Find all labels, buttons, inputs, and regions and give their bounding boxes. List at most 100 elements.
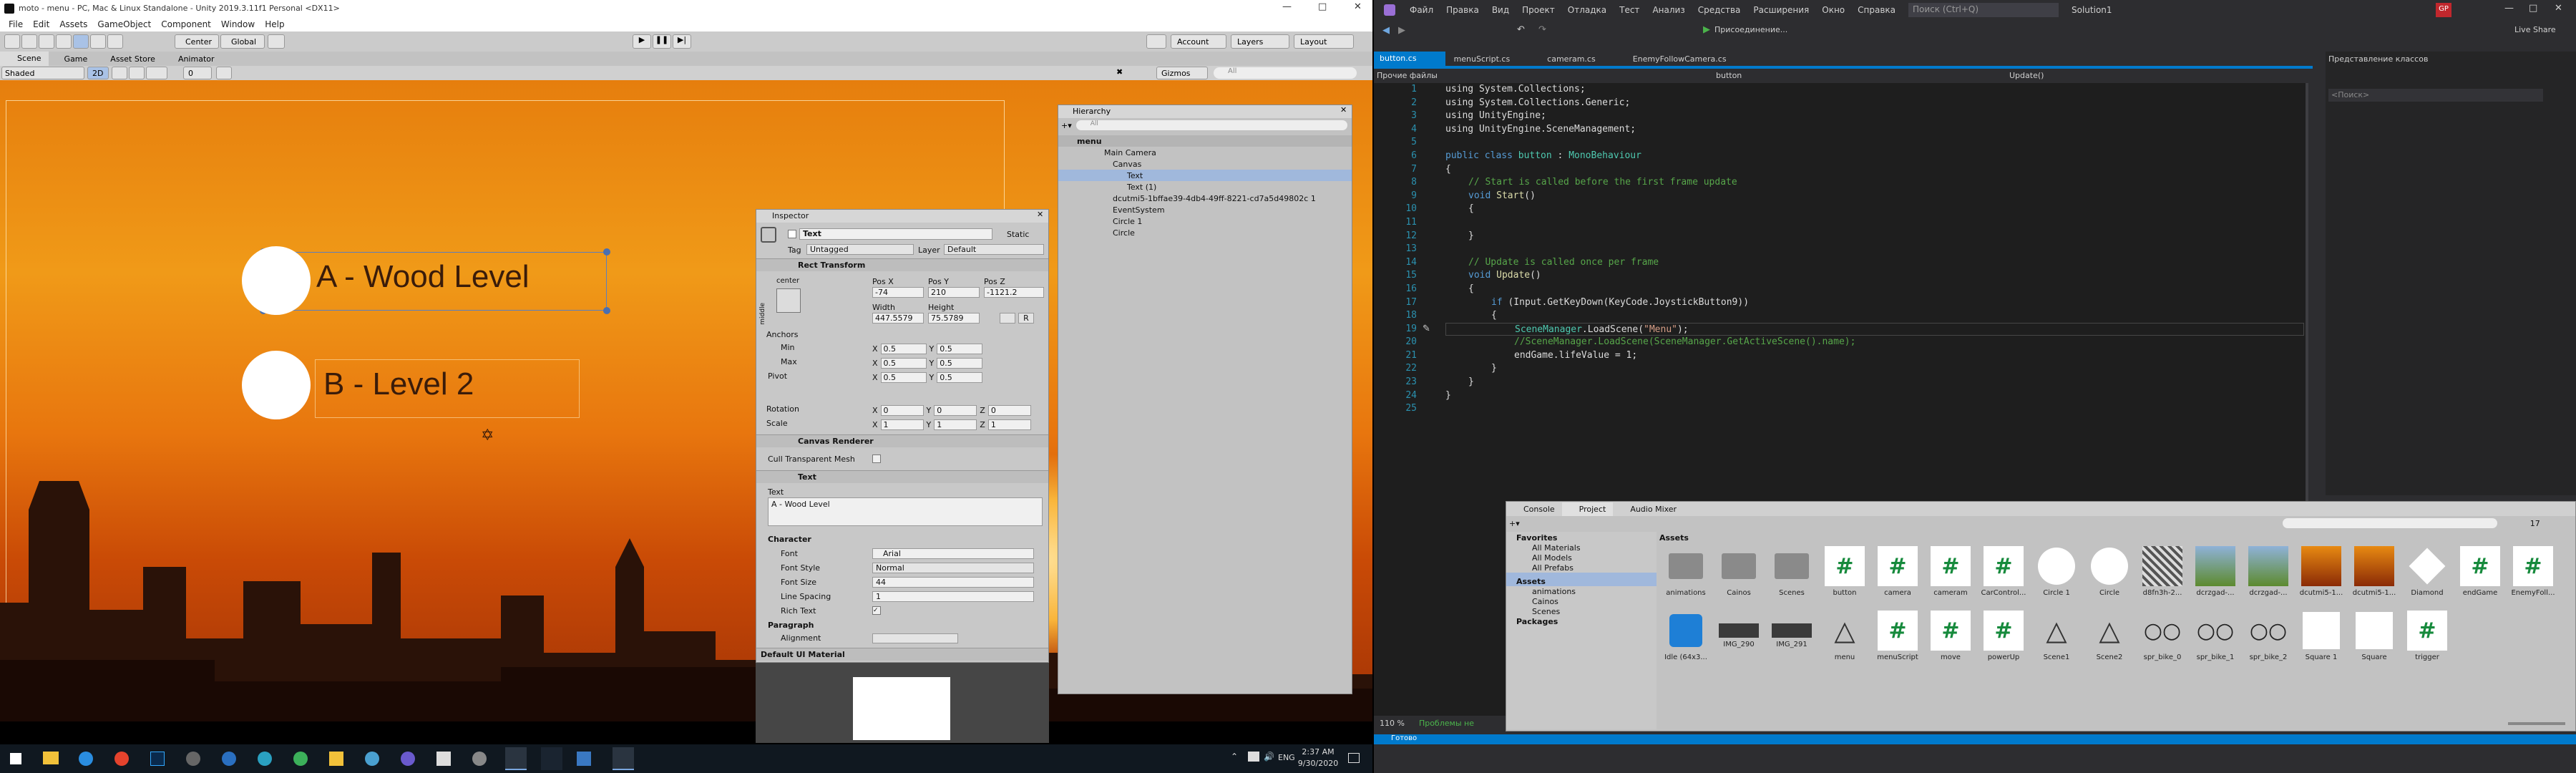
hierarchy-item[interactable]: dcutmi5-1bffae39-4db4-49ff-8221-cd7a5d49… <box>1058 193 1352 204</box>
posz-field[interactable]: -1121.2 <box>984 287 1044 298</box>
vs-search-input[interactable]: Поиск (Ctrl+Q) <box>1908 3 2059 17</box>
asset-item[interactable]: # camera <box>1871 546 1924 606</box>
edge-icon[interactable] <box>79 752 93 766</box>
asset-item[interactable]: # cameram <box>1924 546 1977 606</box>
asset-item[interactable]: Square 1 <box>2295 611 2348 671</box>
asset-item[interactable]: △ Scene2 <box>2083 611 2136 671</box>
tools-icon[interactable]: ✖ <box>1116 67 1123 77</box>
rich-text-checkbox[interactable]: ✓ <box>872 606 881 615</box>
maximize-button[interactable]: □ <box>1318 1 1327 12</box>
asset-item[interactable]: dcrzgad-... <box>2242 546 2295 606</box>
visual-studio-taskbar-icon[interactable] <box>613 747 634 770</box>
thumbnail-size-slider[interactable] <box>2508 722 2565 725</box>
asset-item[interactable]: Cainos <box>1712 546 1765 606</box>
tree-item[interactable]: All Materials <box>1506 543 1657 553</box>
asset-item[interactable]: Scenes <box>1765 546 1818 606</box>
asset-item[interactable]: △ Scene1 <box>2030 611 2083 671</box>
vs-live-share-button[interactable]: Live Share <box>2514 25 2556 34</box>
asset-item[interactable]: Idle (64x3... <box>1659 611 1712 671</box>
rect-tool-icon[interactable] <box>73 34 89 49</box>
asset-item[interactable]: # endGame <box>2454 546 2507 606</box>
hierarchy-item[interactable]: EventSystem <box>1058 204 1352 215</box>
class-view-search[interactable]: <Поиск> <box>2328 89 2543 102</box>
global-button[interactable]: Global <box>220 34 265 49</box>
app-icon[interactable] <box>472 752 487 766</box>
network-icon[interactable] <box>1248 752 1259 762</box>
tree-item[interactable]: animations <box>1506 586 1657 596</box>
inspector-close-icon[interactable]: ✕ <box>1037 210 1043 219</box>
font-style-dropdown[interactable]: Normal <box>872 562 1034 573</box>
start-windows-icon[interactable] <box>10 753 21 764</box>
asset-item[interactable]: IMG_291 <box>1765 611 1818 671</box>
scale-tool-icon[interactable] <box>56 34 72 49</box>
alignment-buttons[interactable] <box>872 633 958 643</box>
play-button[interactable]: ▶ <box>633 34 651 49</box>
close-button[interactable]: ✕ <box>1354 1 1362 12</box>
width-field[interactable]: 447.5579 <box>872 313 924 324</box>
asset-item[interactable]: animations <box>1659 546 1712 606</box>
hierarchy-item[interactable]: Circle 1 <box>1058 215 1352 227</box>
gameobject-name-field[interactable]: Text <box>799 228 992 240</box>
rotate-tool-icon[interactable] <box>39 34 54 49</box>
unity-taskbar-icon[interactable] <box>505 747 527 770</box>
asset-item[interactable]: # powerUp <box>1977 611 2030 671</box>
font-size-field[interactable]: 44 <box>872 576 1034 588</box>
anchor-max-x[interactable]: 0.5 <box>880 357 927 369</box>
pivot-y[interactable]: 0.5 <box>937 371 983 383</box>
tree-item[interactable]: All Models <box>1506 553 1657 563</box>
problems-indicator[interactable]: Проблемы не <box>1419 719 1474 728</box>
raw-edit-icon[interactable]: R <box>1018 313 1034 324</box>
vs-menu-tools[interactable]: Средства <box>1698 5 1741 15</box>
asset-item[interactable]: dcutmi5-1... <box>2348 546 2401 606</box>
file-explorer-icon[interactable] <box>43 752 59 764</box>
hierarchy-item[interactable]: menu <box>1058 135 1352 147</box>
tab-console[interactable]: Console <box>1506 502 1562 516</box>
font-field[interactable]: Arial <box>872 548 1034 559</box>
asset-item[interactable]: # EnemyFoll... <box>2507 546 2560 606</box>
hierarchy-item[interactable]: Main Camera <box>1058 147 1352 158</box>
circle-a[interactable] <box>242 246 311 315</box>
custom-tool-icon[interactable] <box>107 34 123 49</box>
tab-asset-store[interactable]: Asset Store <box>94 52 162 66</box>
tree-packages[interactable]: Packages <box>1506 616 1657 626</box>
rect-handle[interactable] <box>603 307 610 314</box>
vs-nav-project[interactable]: Прочие файлы <box>1377 71 1692 80</box>
anchor-max-y[interactable]: 0.5 <box>937 357 983 369</box>
app-icon[interactable] <box>186 752 200 766</box>
pivot-x[interactable]: 0.5 <box>880 371 927 383</box>
asset-item[interactable]: Circle 1 <box>2030 546 2083 606</box>
anchor-min-x[interactable]: 0.5 <box>880 343 927 354</box>
tab-project[interactable]: Project <box>1561 502 1614 516</box>
account-dropdown[interactable]: Account <box>1171 34 1226 49</box>
asset-item[interactable]: Circle <box>2083 546 2136 606</box>
menu-component[interactable]: Component <box>161 19 211 29</box>
hierarchy-item[interactable]: Circle <box>1058 227 1352 238</box>
app-icon[interactable] <box>541 747 562 770</box>
gizmos-dropdown[interactable]: Gizmos <box>1156 67 1208 79</box>
rotation-x[interactable]: 0 <box>880 404 924 416</box>
layout-dropdown[interactable]: Layout <box>1294 34 1354 49</box>
effects-toggle-icon[interactable] <box>146 67 167 79</box>
asset-item[interactable]: dcrzgad-... <box>2189 546 2242 606</box>
posy-field[interactable]: 210 <box>928 287 980 298</box>
tab-game[interactable]: Game <box>49 52 95 66</box>
menu-help[interactable]: Help <box>265 19 284 29</box>
app-icon[interactable] <box>258 752 272 766</box>
app-icon[interactable] <box>329 752 343 766</box>
minimize-button[interactable]: — <box>1282 1 1292 12</box>
vs-minimize-button[interactable]: — <box>2504 3 2514 14</box>
pause-button[interactable]: ❚❚ <box>653 34 671 49</box>
asset-item[interactable]: # CarControl... <box>1977 546 2030 606</box>
2d-toggle[interactable]: 2D <box>87 67 109 79</box>
menu-gameobject[interactable]: GameObject <box>97 19 151 29</box>
camera-settings-icon[interactable] <box>216 67 232 79</box>
clock-date[interactable]: 9/30/2020 <box>1297 759 1340 768</box>
tab-scene[interactable]: Scene <box>0 52 49 66</box>
transform-tool-icon[interactable] <box>90 34 106 49</box>
tree-item[interactable]: All Prefabs <box>1506 563 1657 573</box>
cull-checkbox[interactable] <box>872 454 881 463</box>
asset-item[interactable]: ○○ spr_bike_2 <box>2242 611 2295 671</box>
app-icon[interactable] <box>401 752 415 766</box>
vs-menu-test[interactable]: Тест <box>1619 5 1639 15</box>
canvas-renderer-header[interactable]: Canvas Renderer <box>756 434 1048 447</box>
